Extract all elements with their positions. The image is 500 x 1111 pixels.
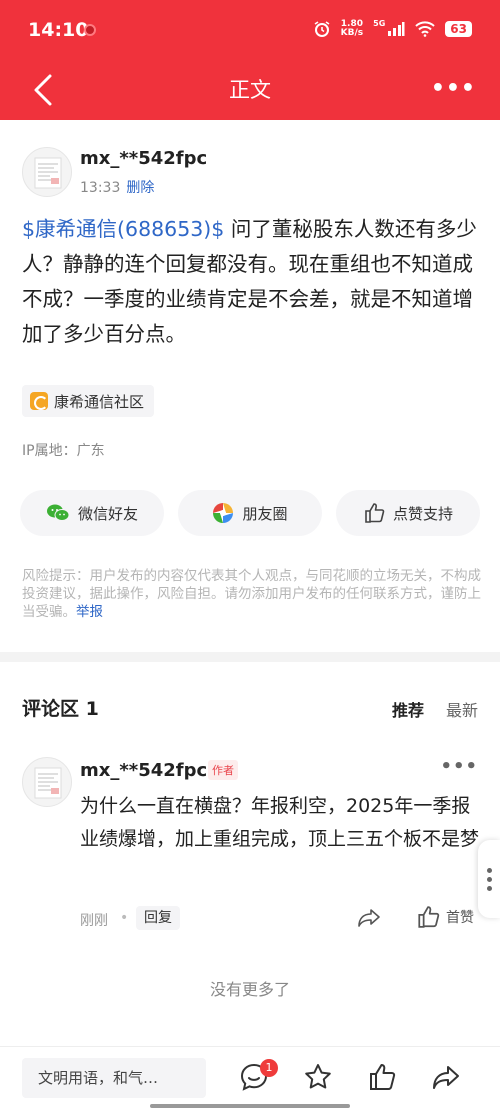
comment-separator: •	[120, 910, 129, 926]
thumbs-up-icon	[365, 503, 385, 523]
comment-thumbs-up-icon	[418, 906, 440, 928]
more-icon[interactable]: •••	[431, 76, 476, 101]
moments-icon	[213, 503, 234, 523]
home-indicator	[150, 1104, 350, 1108]
avatar[interactable]	[22, 147, 72, 197]
status-time: 14:10	[28, 19, 89, 41]
comments-title: 评论区 1	[22, 698, 99, 720]
comment-share-icon[interactable]	[356, 906, 382, 930]
comment-time: 刚刚	[80, 913, 108, 929]
no-more-text: 没有更多了	[209, 980, 290, 999]
like-support-button[interactable]: 点赞支持	[336, 490, 480, 536]
post-username[interactable]: mx_**542fpc	[80, 148, 207, 169]
share-moments-label: 朋友圈	[242, 504, 288, 523]
wifi-icon	[415, 21, 435, 37]
comment-more-icon[interactable]: •••	[440, 756, 478, 777]
share-moments-button[interactable]: 朋友圈	[178, 490, 322, 536]
signal-icon	[388, 22, 405, 36]
comment-count-badge: 1	[260, 1059, 278, 1077]
sort-latest-tab[interactable]: 最新	[446, 697, 478, 721]
recording-icon	[84, 24, 96, 36]
author-badge: 作者	[208, 760, 238, 780]
status-bar: 14:10 1.80 KB/s 5G 63	[0, 0, 500, 60]
comment-username[interactable]: mx_**542fpc	[80, 760, 207, 781]
status-icons: 1.80 KB/s 5G 63	[313, 18, 472, 38]
community-tag[interactable]: 康希通信社区	[22, 385, 155, 417]
like-support-label: 点赞支持	[392, 504, 453, 523]
wechat-icon	[46, 504, 70, 521]
like-icon[interactable]	[366, 1061, 398, 1093]
comment-input[interactable]: 文明用语，和气…	[22, 1058, 206, 1098]
post-time: 13:33	[80, 180, 121, 196]
bottom-bar: 文明用语，和气… 1	[0, 1046, 500, 1111]
sort-recommended-tab[interactable]: 推荐	[392, 697, 424, 721]
side-drawer-handle[interactable]	[478, 840, 500, 918]
delete-button[interactable]: 删除	[126, 180, 154, 196]
star-icon[interactable]	[302, 1061, 334, 1093]
post-meta: 13:33 删除	[80, 177, 154, 197]
ip-location: IP属地：广东	[22, 443, 105, 459]
alarm-icon	[314, 21, 330, 37]
comment-text: 为什么一直在横盘？年报利空，2025年一季报业绩爆增，加上重组完成，顶上三五个板…	[80, 795, 480, 850]
section-divider	[0, 652, 500, 662]
post-content: $康希通信(688653)$ 问了董秘股东人数还有多少人？静静的连个回复都没有。…	[22, 212, 482, 352]
signal-type: 5G	[373, 18, 386, 28]
page-title: 正文	[229, 78, 271, 102]
share-wechat-label: 微信好友	[77, 504, 138, 523]
risk-notice: 风险提示：用户发布的内容仅代表其个人观点，与同花顺的立场无关，不构成投资建议，据…	[22, 567, 482, 621]
stock-link[interactable]: $康希通信(688653)$	[22, 217, 224, 241]
share-wechat-button[interactable]: 微信好友	[20, 490, 164, 536]
comment-sort: 推荐 最新	[392, 697, 478, 721]
community-logo-icon	[30, 392, 48, 410]
report-link[interactable]: 举报	[76, 604, 103, 620]
nav-bar: 正文 •••	[0, 60, 500, 120]
comment-avatar[interactable]	[22, 757, 72, 807]
comment-like-label: 首赞	[446, 910, 474, 926]
network-speed: 1.80 KB/s	[340, 19, 364, 38]
community-label: 康希通信社区	[54, 392, 145, 411]
reply-button[interactable]: 回复	[136, 906, 180, 930]
share-icon[interactable]	[430, 1061, 462, 1093]
share-row: 微信好友 朋友圈 点赞支持	[20, 490, 480, 536]
comment-like-button[interactable]: 首赞	[416, 905, 474, 929]
battery-indicator: 63	[445, 21, 472, 37]
